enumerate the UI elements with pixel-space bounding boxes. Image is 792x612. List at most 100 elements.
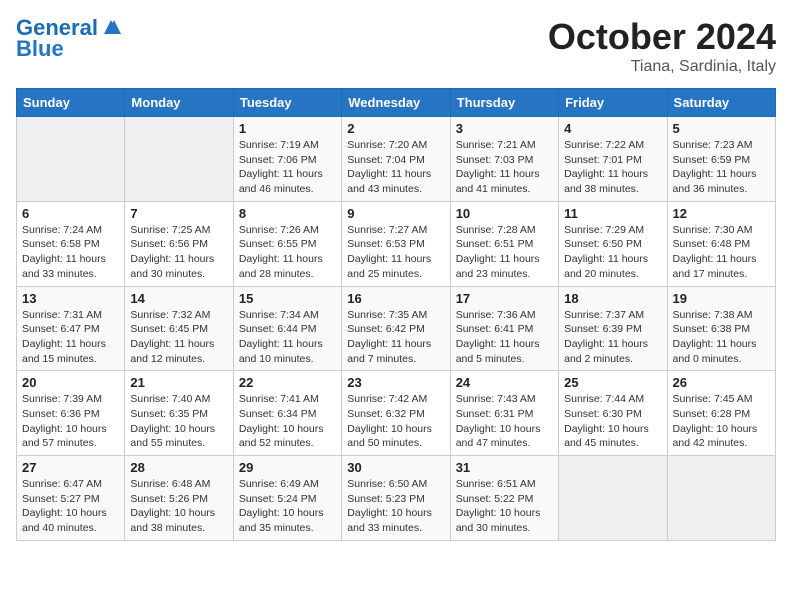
calendar-cell: 28 Sunrise: 6:48 AMSunset: 5:26 PMDayligh… [125,456,233,541]
calendar-cell: 18Sunrise: 7:37 AMSunset: 6:39 PMDayligh… [559,286,667,371]
header-friday: Friday [559,89,667,117]
header-tuesday: Tuesday [233,89,341,117]
header-wednesday: Wednesday [342,89,450,117]
day-number: 25 [564,375,661,390]
title-block: October 2024 Tiana, Sardinia, Italy [548,16,776,76]
day-info: Sunrise: 7:28 AMSunset: 6:51 PMDaylight:… [456,223,553,282]
page-header: General Blue October 2024 Tiana, Sardini… [16,16,776,76]
day-number: 21 [130,375,227,390]
day-info: Sunrise: 7:21 AMSunset: 7:03 PMDaylight:… [456,138,553,197]
calendar-cell: 31 Sunrise: 6:51 AMSunset: 5:22 PMDayligh… [450,456,558,541]
day-number: 4 [564,121,661,136]
calendar-cell: 5 Sunrise: 7:23 AMSunset: 6:59 PMDaylight… [667,117,775,202]
day-number: 24 [456,375,553,390]
day-number: 3 [456,121,553,136]
calendar-cell: 29 Sunrise: 6:49 AMSunset: 5:24 PMDayligh… [233,456,341,541]
day-number: 5 [673,121,770,136]
day-info: Sunrise: 7:31 AMSunset: 6:47 PMDaylight:… [22,308,119,367]
day-number: 1 [239,121,336,136]
calendar-week-1: 6 Sunrise: 7:24 AMSunset: 6:58 PMDaylight… [17,201,776,286]
day-info: Sunrise: 6:51 AMSunset: 5:22 PMDaylight:… [456,477,553,536]
day-number: 30 [347,460,444,475]
calendar-cell: 22 Sunrise: 7:41 AMSunset: 6:34 PMDayligh… [233,371,341,456]
day-number: 26 [673,375,770,390]
calendar-cell: 25Sunrise: 7:44 AMSunset: 6:30 PMDayligh… [559,371,667,456]
calendar-cell: 27Sunrise: 6:47 AMSunset: 5:27 PMDayligh… [17,456,125,541]
day-number: 20 [22,375,119,390]
day-info: Sunrise: 6:47 AMSunset: 5:27 PMDaylight:… [22,477,119,536]
calendar-week-0: 1 Sunrise: 7:19 AMSunset: 7:06 PMDaylight… [17,117,776,202]
day-info: Sunrise: 7:38 AMSunset: 6:38 PMDaylight:… [673,308,770,367]
day-info: Sunrise: 6:48 AMSunset: 5:26 PMDaylight:… [130,477,227,536]
calendar-cell: 23Sunrise: 7:42 AMSunset: 6:32 PMDayligh… [342,371,450,456]
day-info: Sunrise: 7:22 AMSunset: 7:01 PMDaylight:… [564,138,661,197]
header-monday: Monday [125,89,233,117]
calendar-cell: 11 Sunrise: 7:29 AMSunset: 6:50 PMDayligh… [559,201,667,286]
calendar-cell: 6 Sunrise: 7:24 AMSunset: 6:58 PMDaylight… [17,201,125,286]
calendar-cell: 20 Sunrise: 7:39 AMSunset: 6:36 PMDayligh… [17,371,125,456]
day-info: Sunrise: 7:24 AMSunset: 6:58 PMDaylight:… [22,223,119,282]
day-info: Sunrise: 7:23 AMSunset: 6:59 PMDaylight:… [673,138,770,197]
header-thursday: Thursday [450,89,558,117]
calendar-cell: 2 Sunrise: 7:20 AMSunset: 7:04 PMDaylight… [342,117,450,202]
day-info: Sunrise: 7:20 AMSunset: 7:04 PMDaylight:… [347,138,444,197]
calendar-cell: 21 Sunrise: 7:40 AMSunset: 6:35 PMDayligh… [125,371,233,456]
day-number: 28 [130,460,227,475]
day-number: 18 [564,291,661,306]
day-number: 7 [130,206,227,221]
day-info: Sunrise: 7:41 AMSunset: 6:34 PMDaylight:… [239,392,336,451]
day-number: 9 [347,206,444,221]
calendar-cell: 26 Sunrise: 7:45 AMSunset: 6:28 PMDayligh… [667,371,775,456]
day-info: Sunrise: 7:45 AMSunset: 6:28 PMDaylight:… [673,392,770,451]
calendar-cell: 24 Sunrise: 7:43 AMSunset: 6:31 PMDayligh… [450,371,558,456]
day-info: Sunrise: 6:50 AMSunset: 5:23 PMDaylight:… [347,477,444,536]
day-info: Sunrise: 7:25 AMSunset: 6:56 PMDaylight:… [130,223,227,282]
day-info: Sunrise: 7:39 AMSunset: 6:36 PMDaylight:… [22,392,119,451]
calendar-cell: 9 Sunrise: 7:27 AMSunset: 6:53 PMDaylight… [342,201,450,286]
header-saturday: Saturday [667,89,775,117]
day-number: 11 [564,206,661,221]
day-number: 10 [456,206,553,221]
day-info: Sunrise: 7:43 AMSunset: 6:31 PMDaylight:… [456,392,553,451]
calendar-cell [667,456,775,541]
calendar-cell [559,456,667,541]
page-subtitle: Tiana, Sardinia, Italy [548,58,776,76]
day-info: Sunrise: 7:30 AMSunset: 6:48 PMDaylight:… [673,223,770,282]
day-info: Sunrise: 7:34 AMSunset: 6:44 PMDaylight:… [239,308,336,367]
calendar-cell: 13 Sunrise: 7:31 AMSunset: 6:47 PMDayligh… [17,286,125,371]
calendar-cell: 10 Sunrise: 7:28 AMSunset: 6:51 PMDayligh… [450,201,558,286]
day-number: 31 [456,460,553,475]
calendar-cell: 16 Sunrise: 7:35 AMSunset: 6:42 PMDayligh… [342,286,450,371]
calendar-cell [17,117,125,202]
calendar-week-3: 20 Sunrise: 7:39 AMSunset: 6:36 PMDayligh… [17,371,776,456]
day-info: Sunrise: 7:35 AMSunset: 6:42 PMDaylight:… [347,308,444,367]
day-number: 2 [347,121,444,136]
day-number: 22 [239,375,336,390]
calendar-table: SundayMondayTuesdayWednesdayThursdayFrid… [16,88,776,541]
day-number: 14 [130,291,227,306]
day-number: 12 [673,206,770,221]
calendar-week-4: 27Sunrise: 6:47 AMSunset: 5:27 PMDayligh… [17,456,776,541]
day-number: 15 [239,291,336,306]
logo-icon [100,16,122,38]
day-number: 17 [456,291,553,306]
day-number: 6 [22,206,119,221]
day-info: Sunrise: 7:29 AMSunset: 6:50 PMDaylight:… [564,223,661,282]
calendar-cell: 1 Sunrise: 7:19 AMSunset: 7:06 PMDaylight… [233,117,341,202]
page-title: October 2024 [548,16,776,58]
day-info: Sunrise: 7:32 AMSunset: 6:45 PMDaylight:… [130,308,227,367]
logo: General Blue [16,16,122,62]
day-info: Sunrise: 7:40 AMSunset: 6:35 PMDaylight:… [130,392,227,451]
day-number: 13 [22,291,119,306]
calendar-cell: 14 Sunrise: 7:32 AMSunset: 6:45 PMDayligh… [125,286,233,371]
header-sunday: Sunday [17,89,125,117]
day-info: Sunrise: 7:19 AMSunset: 7:06 PMDaylight:… [239,138,336,197]
calendar-cell: 8Sunrise: 7:26 AMSunset: 6:55 PMDaylight… [233,201,341,286]
day-number: 16 [347,291,444,306]
day-info: Sunrise: 7:36 AMSunset: 6:41 PMDaylight:… [456,308,553,367]
calendar-cell: 15 Sunrise: 7:34 AMSunset: 6:44 PMDayligh… [233,286,341,371]
day-info: Sunrise: 6:49 AMSunset: 5:24 PMDaylight:… [239,477,336,536]
day-info: Sunrise: 7:42 AMSunset: 6:32 PMDaylight:… [347,392,444,451]
day-info: Sunrise: 7:27 AMSunset: 6:53 PMDaylight:… [347,223,444,282]
day-number: 29 [239,460,336,475]
